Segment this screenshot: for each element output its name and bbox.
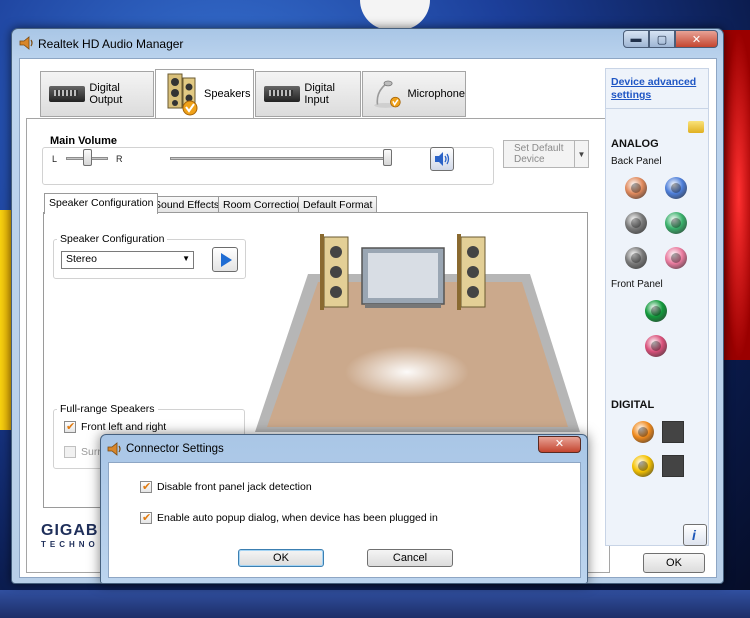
surround-label: Surr <box>81 446 101 458</box>
gigabyte-logo: GIGAB <box>41 522 99 539</box>
pane-separator <box>605 108 709 109</box>
jack-front-green-icon[interactable] <box>645 300 667 322</box>
volume-slider-track[interactable] <box>170 157 392 160</box>
device-advanced-settings-link[interactable]: Device advanced settings <box>611 76 696 102</box>
info-button[interactable] <box>683 524 707 546</box>
tab-digital-input[interactable]: Digital Input <box>255 71 361 117</box>
set-default-device-button[interactable]: Set Default Device ▼ <box>503 140 589 168</box>
speakers-icon <box>167 73 198 116</box>
tv-icon <box>361 247 445 308</box>
digital-input-icon <box>264 86 301 102</box>
wallpaper-red-shape <box>722 30 750 360</box>
wallpaper-glove <box>360 0 430 30</box>
jack-front-pink-icon[interactable] <box>645 335 667 357</box>
dialog-cancel-button[interactable]: Cancel <box>367 549 453 567</box>
spdif-optical-icon[interactable] <box>662 455 684 477</box>
dialog-title: Connector Settings <box>126 443 224 455</box>
dialog-body: Disable front panel jack detection Enabl… <box>108 462 581 578</box>
wallpaper-bottom <box>0 590 750 618</box>
gigabyte-tagline: TECHNO <box>41 540 99 549</box>
jack-pink-icon[interactable] <box>665 247 687 269</box>
tab-default-format[interactable]: Default Format <box>298 196 378 213</box>
tab-speakers[interactable]: Speakers <box>155 69 254 118</box>
jack-gray-icon[interactable] <box>625 247 647 269</box>
tab-label: Microphone <box>407 88 465 100</box>
close-button[interactable]: ✕ <box>675 30 718 48</box>
spdif-coaxial-orange-icon[interactable] <box>632 421 654 443</box>
speaker-icon <box>107 442 121 456</box>
speaker-volume-icon <box>435 152 450 166</box>
jack-blue-icon[interactable] <box>665 177 687 199</box>
minimize-button[interactable]: ▬ <box>623 30 649 48</box>
surround-checkbox[interactable] <box>64 446 76 458</box>
left-label: L <box>52 154 58 164</box>
auto-popup-label: Enable auto popup dialog, when device ha… <box>157 512 438 524</box>
speaker-icon <box>19 36 33 50</box>
ok-button[interactable]: OK <box>643 553 705 573</box>
main-volume-title: Main Volume <box>48 135 120 147</box>
tab-digital-output[interactable]: Digital Output <box>40 71 154 117</box>
selected-value: Stereo <box>66 253 97 265</box>
advanced-link-line1: Device advanced <box>611 76 697 88</box>
main-volume-group <box>42 147 494 185</box>
folder-icon[interactable] <box>688 121 704 133</box>
full-range-speakers-title: Full-range Speakers <box>57 403 158 415</box>
connector-settings-dialog: Connector Settings ✕ Disable front panel… <box>100 434 588 584</box>
spdif-coaxial-yellow-icon[interactable] <box>632 455 654 477</box>
front-left-right-checkbox[interactable] <box>64 420 76 433</box>
mute-button[interactable] <box>430 147 454 171</box>
tab-label: Digital Output <box>89 82 123 106</box>
left-speaker-icon <box>320 234 349 310</box>
jack-green-icon[interactable] <box>665 212 687 234</box>
disable-jack-detection-checkbox[interactable] <box>140 480 152 493</box>
maximize-button[interactable]: ▢ <box>649 30 675 48</box>
play-test-button[interactable] <box>212 247 238 272</box>
caption-buttons: ▬ ▢ ✕ <box>623 30 718 48</box>
auto-popup-checkbox[interactable] <box>140 511 152 524</box>
back-panel-label: Back Panel <box>611 156 662 167</box>
tab-sound-effects[interactable]: Sound Effects <box>149 196 225 213</box>
tab-label: Digital Input <box>304 82 335 106</box>
dialog-close-button[interactable]: ✕ <box>538 436 581 453</box>
title-bar[interactable]: Realtek HD Audio Manager ▬ ▢ ✕ <box>12 29 723 57</box>
tab-speaker-configuration[interactable]: Speaker Configuration <box>44 193 159 214</box>
advanced-link-line2: settings <box>611 89 652 101</box>
digital-output-icon <box>49 86 86 102</box>
tab-microphone[interactable]: Microphone <box>362 71 466 117</box>
spdif-optical-icon[interactable] <box>662 421 684 443</box>
front-panel-label: Front Panel <box>611 279 663 290</box>
right-label: R <box>116 154 123 164</box>
front-left-right-label: Front left and right <box>81 421 167 433</box>
jack-gray-icon[interactable] <box>625 212 647 234</box>
chevron-down-icon[interactable]: ▼ <box>574 141 588 167</box>
speaker-configuration-select[interactable]: Stereo ▼ <box>61 251 194 269</box>
microphone-icon <box>374 80 401 108</box>
digital-heading: DIGITAL <box>611 399 655 411</box>
tab-label: Speakers <box>204 88 251 100</box>
speaker-configuration-title: Speaker Configuration <box>57 233 168 245</box>
tab-room-correction[interactable]: Room Correction <box>218 196 308 213</box>
right-speaker-icon <box>457 234 486 310</box>
window-title: Realtek HD Audio Manager <box>38 37 184 51</box>
chevron-down-icon: ▼ <box>182 254 190 263</box>
dialog-ok-button[interactable]: OK <box>238 549 324 567</box>
volume-slider-thumb[interactable] <box>383 149 392 166</box>
disable-jack-detection-label: Disable front panel jack detection <box>157 481 312 493</box>
jack-orange-icon[interactable] <box>625 177 647 199</box>
balance-slider-thumb[interactable] <box>83 149 92 166</box>
analog-heading: ANALOG <box>611 138 659 150</box>
